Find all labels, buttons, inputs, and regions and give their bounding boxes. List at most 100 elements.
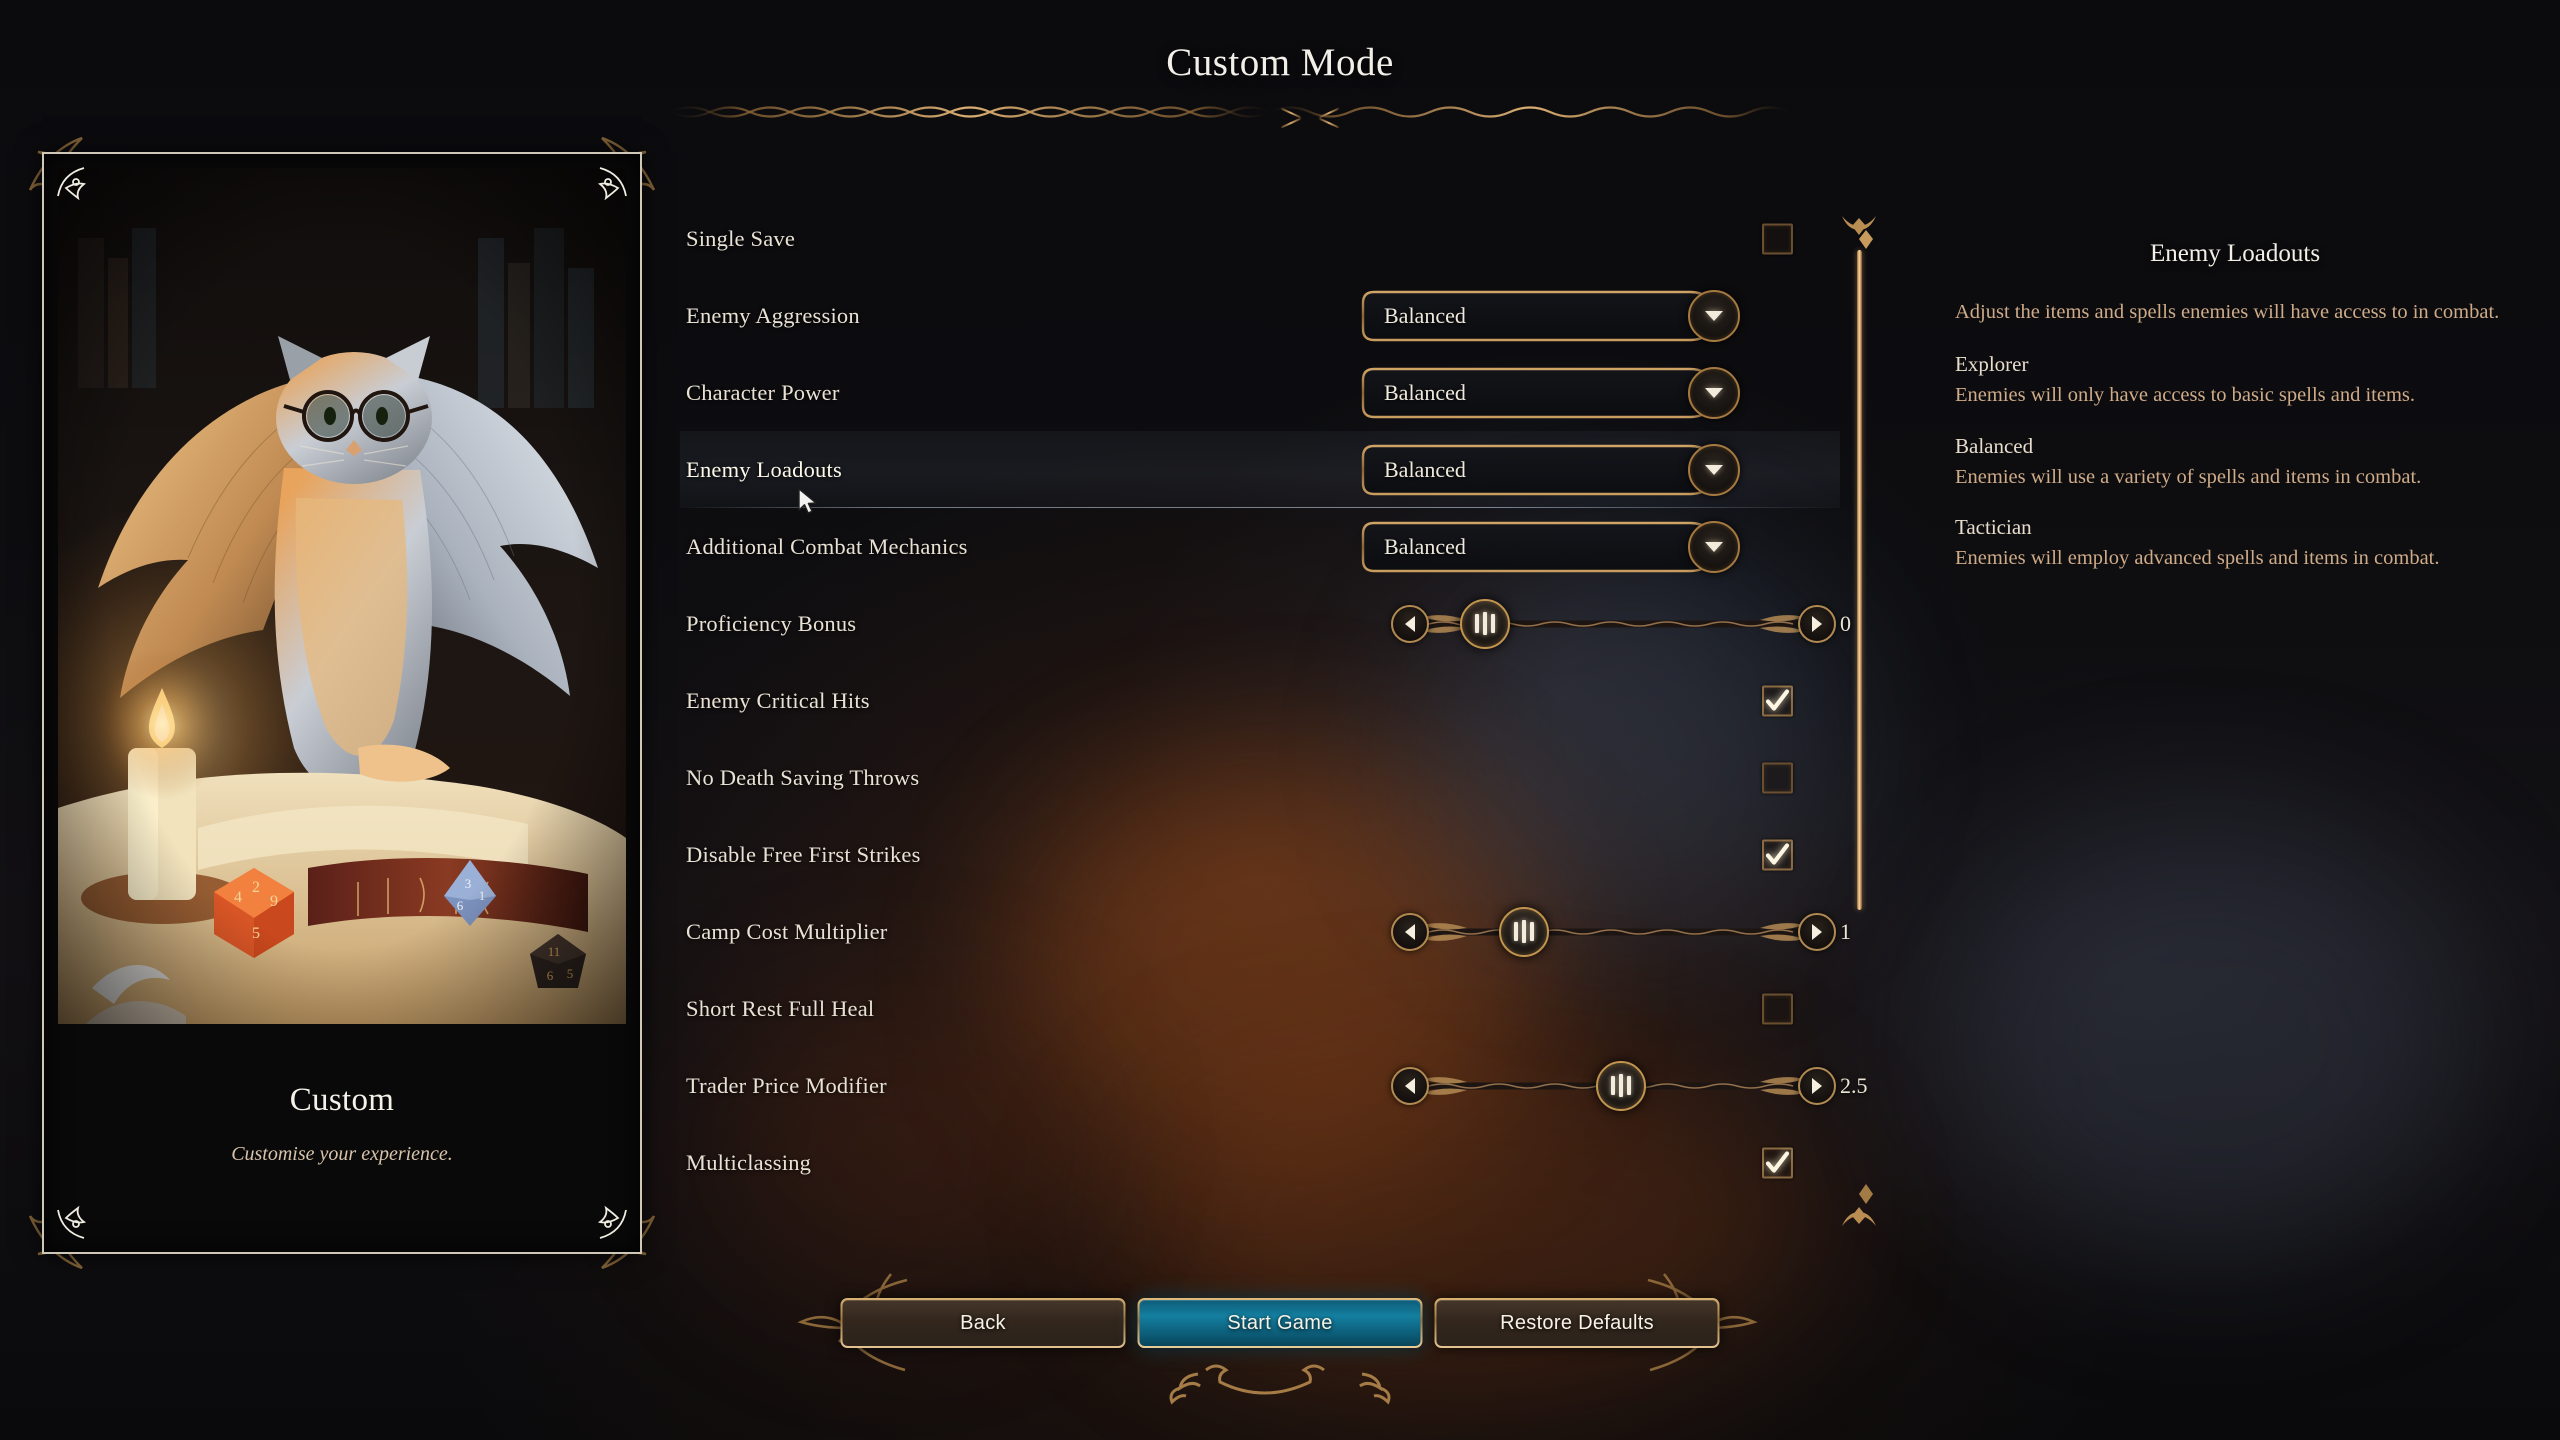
slider-increase-button[interactable] [1798, 912, 1836, 951]
setting-row[interactable]: Enemy Critical Hits [680, 662, 1840, 739]
setting-slider[interactable]: 1 [1391, 906, 1851, 957]
setting-label: Short Rest Full Heal [686, 995, 875, 1021]
setting-label: Enemy Loadouts [686, 456, 842, 482]
setting-control [1762, 1147, 1840, 1178]
settings-list: Single Save Enemy Aggression Balanced Chara… [680, 200, 1868, 1230]
setting-dropdown[interactable]: Balanced [1360, 289, 1740, 343]
setting-label: No Death Saving Throws [686, 764, 920, 790]
info-option-description: Enemies will only have access to basic s… [1955, 384, 2415, 407]
setting-checkbox[interactable] [1762, 762, 1793, 793]
checkmark-icon [1765, 842, 1790, 865]
setting-control [1762, 762, 1840, 793]
setting-row[interactable]: Trader Price Modifier 2.5 [680, 1047, 1868, 1124]
checkmark-icon [1765, 688, 1790, 711]
slider-handle[interactable] [1460, 598, 1511, 649]
setting-control: Balanced [1360, 366, 1840, 420]
checkbox-box [1762, 762, 1793, 793]
setting-slider[interactable]: 2.5 [1391, 1060, 1868, 1111]
row-background [680, 200, 1840, 277]
difficulty-preset-card[interactable]: 42 95 316 1165 [28, 136, 656, 1270]
page-title: Custom Mode [1166, 41, 1394, 84]
setting-row[interactable]: Multiclassing [680, 1124, 1840, 1201]
title-divider-ornament [669, 106, 1791, 128]
setting-label: Proficiency Bonus [686, 610, 857, 636]
start-game-button[interactable]: Start Game [1138, 1298, 1423, 1348]
setting-row[interactable]: Additional Combat Mechanics Balanced [680, 508, 1840, 585]
setting-control [1762, 839, 1840, 870]
info-panel-description: Adjust the items and spells enemies will… [1955, 301, 2500, 323]
info-panel: Enemy Loadouts Adjust the items and spel… [1955, 240, 2515, 596]
setting-row[interactable]: Enemy Loadouts Balanced [680, 431, 1840, 508]
settings-scrollbar[interactable] [1842, 216, 1876, 1226]
info-option-name: Tactician [1955, 514, 2032, 539]
slider-decrease-button[interactable] [1391, 912, 1429, 951]
setting-dropdown[interactable]: Balanced [1360, 520, 1740, 574]
info-option-list: Explorer Enemies will only have access to… [1955, 352, 2515, 572]
restore-defaults-button[interactable]: Restore Defaults [1435, 1298, 1720, 1348]
info-option-name: Explorer [1955, 352, 2029, 377]
info-option: Balanced Enemies will use a variety of sp… [1955, 434, 2515, 491]
setting-checkbox[interactable] [1762, 839, 1793, 870]
setting-row[interactable]: Camp Cost Multiplier 1 [680, 893, 1851, 970]
dropdown-toggle-button[interactable] [1688, 443, 1740, 496]
setting-label: Enemy Critical Hits [686, 687, 870, 713]
dropdown-toggle-button[interactable] [1688, 289, 1740, 342]
setting-slider[interactable]: 0 [1391, 598, 1851, 649]
setting-control [1762, 993, 1840, 1024]
setting-checkbox[interactable] [1762, 993, 1793, 1024]
slider-increase-button[interactable] [1798, 1066, 1836, 1105]
slider-handle[interactable] [1499, 906, 1550, 957]
setting-row[interactable]: No Death Saving Throws [680, 739, 1840, 816]
info-option-description: Enemies will employ advanced spells and … [1955, 546, 2440, 569]
setting-control: Balanced [1360, 289, 1840, 343]
row-background [680, 1124, 1840, 1201]
dropdown-value: Balanced [1384, 302, 1466, 328]
dropdown-value: Balanced [1384, 456, 1466, 482]
setting-label: Additional Combat Mechanics [686, 533, 968, 559]
setting-checkbox[interactable] [1762, 685, 1793, 716]
slider-decrease-button[interactable] [1391, 1066, 1429, 1105]
dropdown-toggle-button[interactable] [1688, 366, 1740, 419]
setting-dropdown[interactable]: Balanced [1360, 366, 1740, 420]
setting-label: Character Power [686, 379, 840, 405]
setting-control: 0 [1391, 598, 1851, 649]
arrow-right-icon [1812, 1077, 1822, 1094]
card-subtitle: Customise your experience. [231, 1143, 453, 1165]
checkmark-icon [1765, 1150, 1790, 1173]
setting-row[interactable]: Single Save [680, 200, 1840, 277]
setting-label: Camp Cost Multiplier [686, 918, 888, 944]
setting-dropdown[interactable]: Balanced [1360, 443, 1740, 497]
setting-row[interactable]: Enemy Aggression Balanced [680, 277, 1840, 354]
setting-row[interactable]: Character Power Balanced [680, 354, 1840, 431]
dropdown-toggle-button[interactable] [1688, 520, 1740, 573]
handle-bar [1530, 922, 1535, 941]
setting-control [1762, 223, 1840, 254]
handle-bar [1514, 922, 1519, 941]
handle-bar [1475, 614, 1480, 633]
chevron-down-icon [1705, 464, 1723, 475]
card-text-block: Custom Customise your experience. [42, 1082, 642, 1166]
setting-row[interactable]: Disable Free First Strikes [680, 816, 1840, 893]
footer-bar: Back Start Game Restore Defaults [0, 1210, 2560, 1440]
slider-track [1419, 922, 1808, 941]
info-option-description: Enemies will use a variety of spells and… [1955, 465, 2422, 488]
checkbox-box [1762, 993, 1793, 1024]
custom-mode-screen: Custom Mode Custom Customise your experi… [0, 0, 2560, 1440]
chevron-down-icon [1705, 387, 1723, 398]
setting-checkbox[interactable] [1762, 1147, 1793, 1178]
footer-button-row: Back Start Game Restore Defaults [841, 1298, 1720, 1348]
slider-increase-button[interactable] [1798, 604, 1836, 643]
scrollbar-thumb[interactable] [1857, 250, 1862, 910]
setting-row[interactable]: Proficiency Bonus 0 [680, 585, 1851, 662]
handle-bar [1491, 614, 1496, 633]
setting-row[interactable]: Short Rest Full Heal [680, 970, 1840, 1047]
slider-decrease-button[interactable] [1391, 604, 1429, 643]
info-option: Explorer Enemies will only have access to… [1955, 352, 2515, 409]
scrollbar-cap-top-icon [1842, 216, 1876, 235]
setting-checkbox[interactable] [1762, 223, 1793, 254]
slider-handle[interactable] [1596, 1060, 1647, 1111]
footer-ornament-bottom [1169, 1364, 1391, 1405]
handle-bar [1611, 1076, 1616, 1095]
back-button[interactable]: Back [841, 1298, 1126, 1348]
info-option-name: Balanced [1955, 433, 2034, 458]
